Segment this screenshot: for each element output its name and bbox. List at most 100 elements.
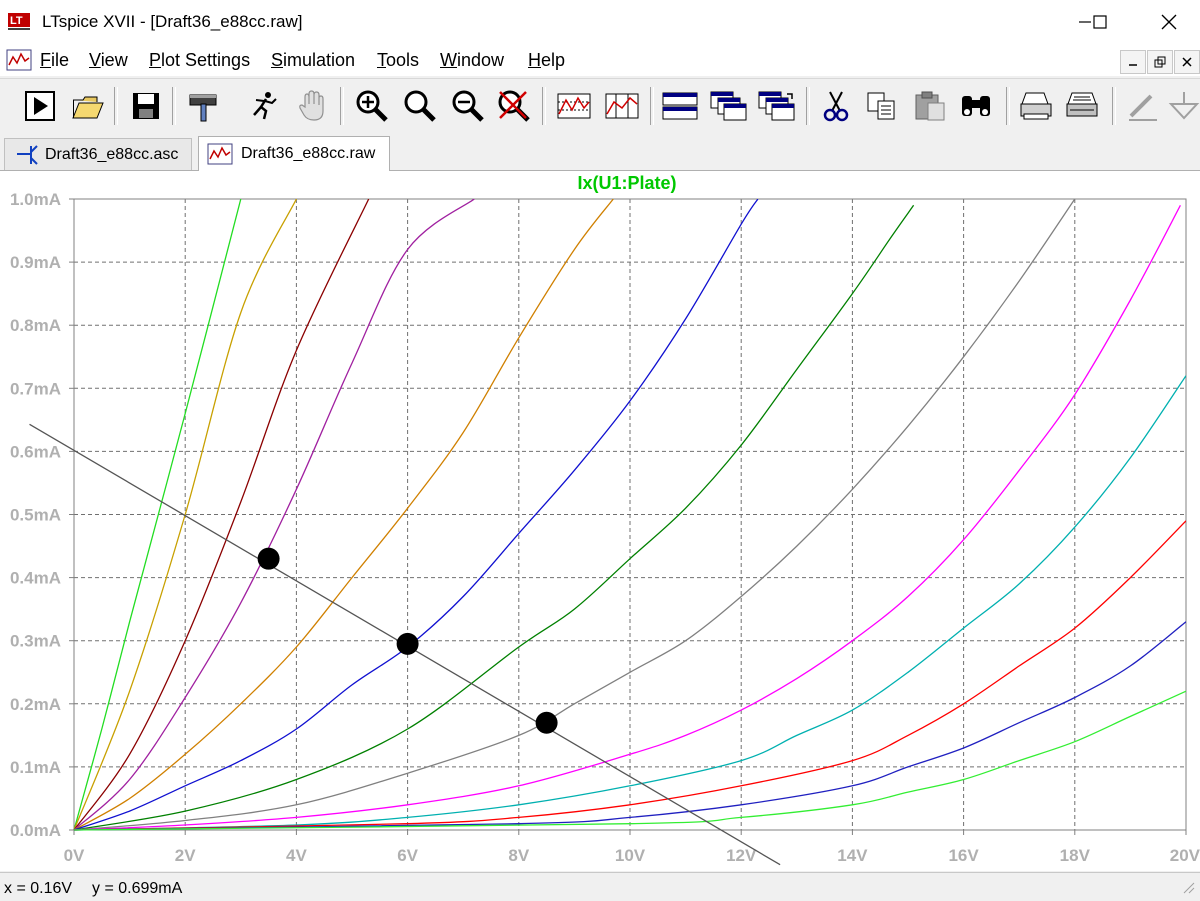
menu-tools[interactable]: Tools xyxy=(377,50,419,71)
tile-horizontal-button[interactable] xyxy=(660,85,700,127)
y-tick-label: 0.4mA xyxy=(10,569,61,588)
waveform-plot-pane[interactable]: Ix(U1:Plate) 0V 2V 4V 6V 8V 10V 12V 14V 16V 18V 20… xyxy=(0,171,1200,871)
save-button[interactable] xyxy=(126,85,166,127)
copy-icon xyxy=(867,92,895,120)
menu-view[interactable]: View xyxy=(89,50,128,71)
zoom-in-button[interactable] xyxy=(352,85,392,127)
status-bar: x = 0.16V y = 0.699mA xyxy=(0,872,1200,901)
control-panel-button[interactable] xyxy=(184,85,224,127)
menu-bar: File View Plot Settings Simulation Tools… xyxy=(0,44,1200,76)
find-button[interactable] xyxy=(956,85,996,127)
zoom-fit-button[interactable] xyxy=(494,85,534,127)
tab-schematic[interactable]: Draft36_e88cc.asc xyxy=(4,138,192,170)
close-button[interactable] xyxy=(1146,0,1192,44)
toolbar-separator xyxy=(806,87,810,125)
restore-icon xyxy=(1154,56,1166,68)
halt-button[interactable] xyxy=(242,85,282,127)
cascade-button[interactable] xyxy=(708,85,748,127)
cut-button[interactable] xyxy=(816,85,856,127)
operating-point-marker[interactable] xyxy=(535,711,558,734)
cursor-button[interactable] xyxy=(602,85,642,127)
pan-button[interactable] xyxy=(292,85,332,127)
menu-simulation[interactable]: Simulation xyxy=(271,50,355,71)
print-preview-button[interactable] xyxy=(1016,85,1056,127)
x-tick-label: 6V xyxy=(397,846,418,865)
toolbar-separator xyxy=(650,87,654,125)
zoom-fit-icon xyxy=(498,90,530,122)
mdi-minimize-button[interactable] xyxy=(1120,50,1146,74)
y-tick-label: 0.1mA xyxy=(10,758,61,777)
x-tick-label: 4V xyxy=(286,846,307,865)
waveform-doc-icon[interactable] xyxy=(6,49,32,71)
run-icon xyxy=(25,91,55,121)
tile-vertical-button[interactable] xyxy=(756,85,796,127)
ltspice-logo-icon: LT xyxy=(8,13,30,30)
tab-label: Draft36_e88cc.raw xyxy=(241,145,376,162)
x-tick-label: 20V xyxy=(1170,846,1200,865)
menu-file[interactable]: File xyxy=(40,50,69,71)
scissors-icon xyxy=(823,91,849,122)
document-tabs: Draft36_e88cc.asc Draft36_e88cc.raw xyxy=(0,134,1200,172)
operating-point-marker[interactable] xyxy=(396,632,419,655)
plate-current-curve[interactable] xyxy=(73,204,1181,831)
toolbar-separator xyxy=(1112,87,1116,125)
x-tick-label: 0V xyxy=(64,846,85,865)
y-tick-label: 0.0mA xyxy=(10,821,61,840)
save-icon xyxy=(133,93,159,119)
mdi-restore-button[interactable] xyxy=(1147,50,1173,74)
hammer-icon xyxy=(189,94,217,122)
schematic-icon xyxy=(17,144,38,165)
toolbar-separator xyxy=(114,87,118,125)
autorange-button[interactable] xyxy=(554,85,594,127)
zoom-in-icon xyxy=(356,90,388,122)
title-bar: LT LTspice XVII - [Draft36_e88cc.raw] xyxy=(0,0,1200,44)
copy-button[interactable] xyxy=(862,85,902,127)
maximize-button[interactable] xyxy=(1077,0,1123,44)
toolbar-separator xyxy=(340,87,344,125)
x-tick-label: 14V xyxy=(837,846,868,865)
x-tick-label: 10V xyxy=(615,846,646,865)
plate-current-curve[interactable] xyxy=(73,199,475,831)
wire-button[interactable] xyxy=(1122,85,1162,127)
cursor-icon xyxy=(605,93,639,119)
printer-icon xyxy=(1066,92,1098,117)
waveform-plot[interactable]: Ix(U1:Plate) 0V 2V 4V 6V 8V 10V 12V 14V 16V 18V 20… xyxy=(0,171,1200,871)
y-tick-label: 0.7mA xyxy=(10,379,61,398)
plate-current-curve[interactable] xyxy=(73,204,915,831)
operating-point-marker[interactable] xyxy=(257,547,280,570)
zoom-out-button[interactable] xyxy=(448,85,488,127)
toolbar xyxy=(0,78,1200,133)
zoom-area-button[interactable] xyxy=(400,85,440,127)
svg-text:LT: LT xyxy=(10,15,23,27)
mdi-close-button[interactable] xyxy=(1174,50,1200,74)
menu-window[interactable]: Window xyxy=(440,50,504,71)
toolbar-separator xyxy=(542,87,546,125)
y-tick-label: 0.6mA xyxy=(10,442,61,461)
cursor-y-readout: y = 0.699mA xyxy=(92,880,183,897)
ground-icon xyxy=(1168,92,1200,120)
close-icon xyxy=(1161,14,1177,30)
zoom-out-icon xyxy=(452,90,484,122)
trace-label[interactable]: Ix(U1:Plate) xyxy=(577,173,676,193)
x-tick-label: 18V xyxy=(1060,846,1091,865)
run-button[interactable] xyxy=(20,85,60,127)
x-tick-label: 2V xyxy=(175,846,196,865)
y-tick-label: 0.8mA xyxy=(10,316,61,335)
binoculars-icon xyxy=(962,96,990,116)
menu-help[interactable]: Help xyxy=(528,50,565,71)
close-icon xyxy=(1182,57,1192,67)
ground-button[interactable] xyxy=(1164,85,1200,127)
cascade-icon xyxy=(710,91,747,121)
paste-button[interactable] xyxy=(910,85,950,127)
tile-horizontal-icon xyxy=(662,92,698,120)
y-tick-label: 0.9mA xyxy=(10,253,61,272)
tab-waveform[interactable]: Draft36_e88cc.raw xyxy=(198,136,390,172)
open-button[interactable] xyxy=(68,85,108,127)
resize-grip-icon[interactable] xyxy=(1180,879,1196,895)
toolbar-separator xyxy=(172,87,176,125)
y-tick-label: 0.5mA xyxy=(10,506,61,525)
waveform-doc-icon xyxy=(207,143,233,165)
menu-plot-settings[interactable]: Plot Settings xyxy=(149,50,250,71)
print-button[interactable] xyxy=(1062,85,1102,127)
toolbar-separator xyxy=(1006,87,1010,125)
